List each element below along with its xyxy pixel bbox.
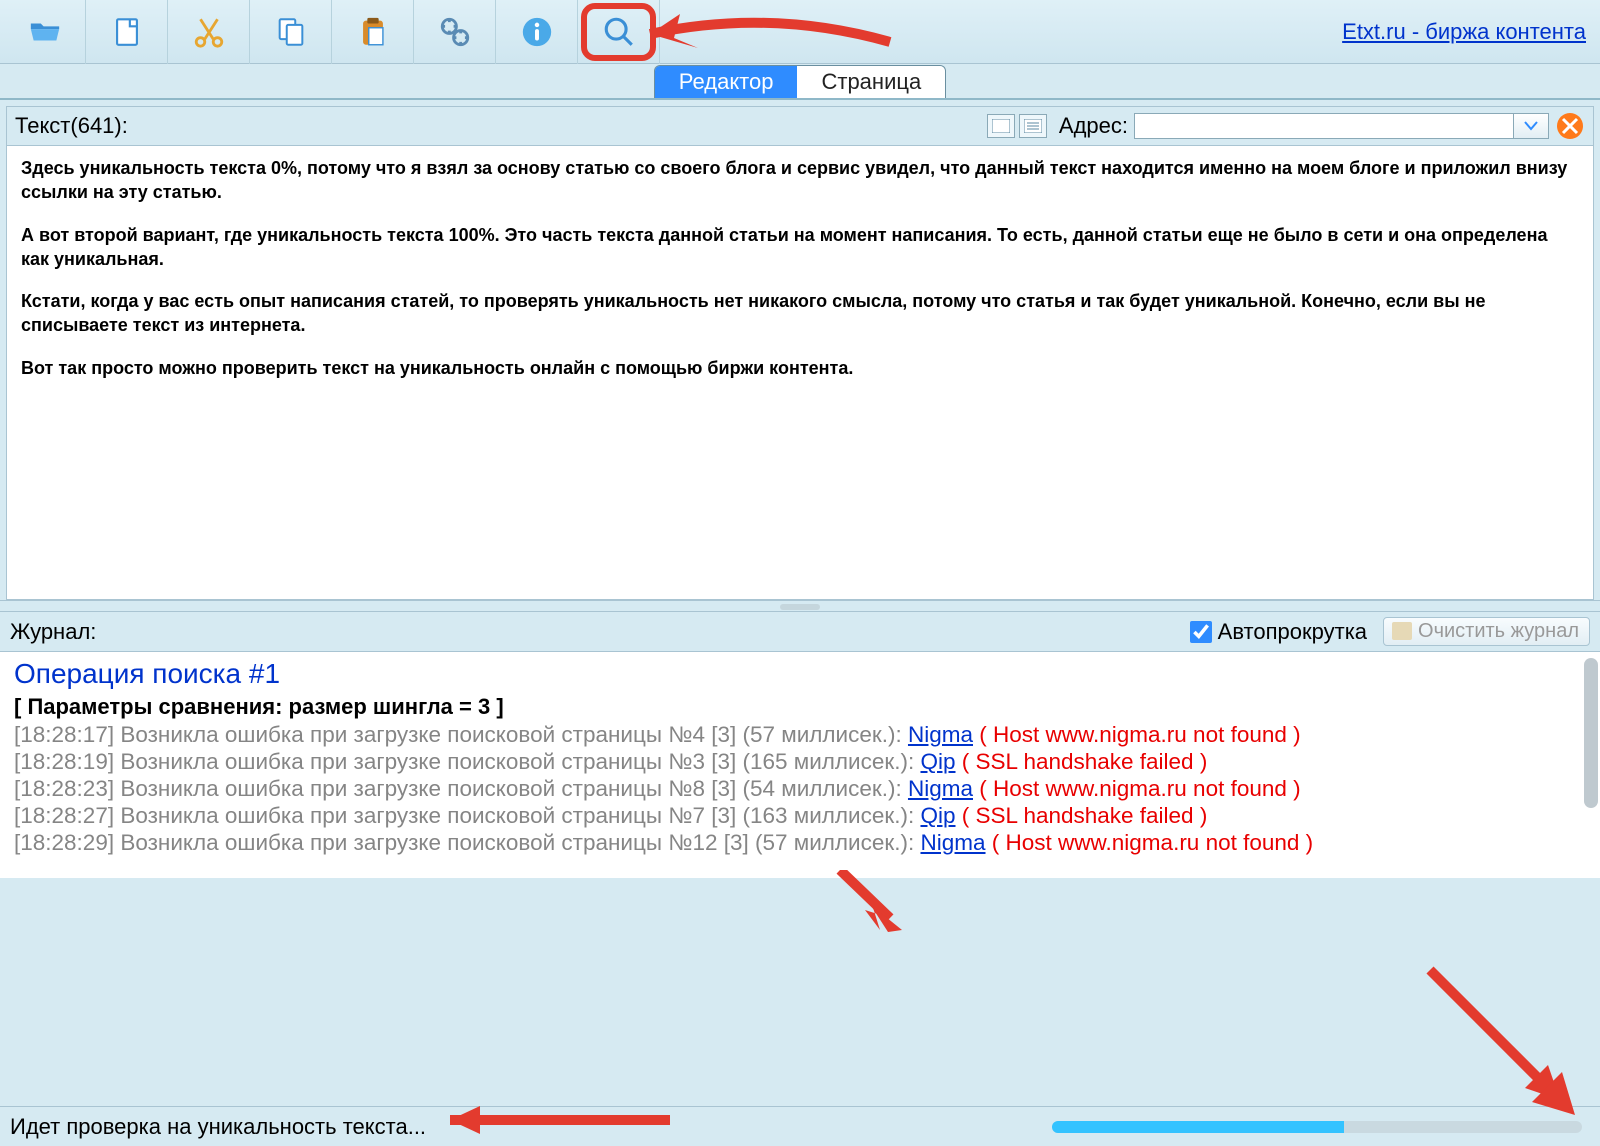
engine-link[interactable]: Nigma bbox=[908, 722, 973, 747]
view-detail-button[interactable] bbox=[1019, 114, 1047, 138]
tabs-row: Редактор Страница bbox=[0, 64, 1600, 100]
paragraph: Вот так просто можно проверить текст на … bbox=[21, 356, 1579, 380]
info-button[interactable] bbox=[496, 0, 578, 64]
paragraph: Кстати, когда у вас есть опыт написания … bbox=[21, 289, 1579, 338]
settings-button[interactable] bbox=[414, 0, 496, 64]
progress-bar bbox=[1052, 1121, 1582, 1133]
text-count-label: Текст(641): bbox=[15, 113, 128, 139]
scrollbar-thumb[interactable] bbox=[1584, 658, 1598, 808]
log-line: [18:28:23] Возникла ошибка при загрузке … bbox=[14, 776, 1586, 802]
etxt-link[interactable]: Etxt.ru - биржа контента bbox=[1342, 19, 1586, 45]
log-line: [18:28:19] Возникла ошибка при загрузке … bbox=[14, 749, 1586, 775]
highlight-annotation bbox=[581, 3, 656, 61]
cut-button[interactable] bbox=[168, 0, 250, 64]
params-line: [ Параметры сравнения: размер шингла = 3… bbox=[14, 694, 1586, 720]
paragraph: А вот второй вариант, где уникальность т… bbox=[21, 223, 1579, 272]
text-header: Текст(641): Адрес: bbox=[6, 106, 1594, 146]
operation-title: Операция поиска #1 bbox=[14, 658, 1586, 690]
tab-editor[interactable]: Редактор bbox=[655, 66, 798, 98]
new-button[interactable] bbox=[86, 0, 168, 64]
open-button[interactable] bbox=[4, 0, 86, 64]
arrow-annotation bbox=[1420, 960, 1590, 1130]
address-dropdown[interactable] bbox=[1513, 113, 1549, 139]
paragraph: Здесь уникальность текста 0%, потому что… bbox=[21, 156, 1579, 205]
paste-button[interactable] bbox=[332, 0, 414, 64]
log-line: [18:28:29] Возникла ошибка при загрузке … bbox=[14, 830, 1586, 856]
journal-header: Журнал: Автопрокрутка Очистить журнал bbox=[0, 612, 1600, 652]
journal-title: Журнал: bbox=[10, 619, 96, 645]
autoscroll-label: Автопрокрутка bbox=[1218, 619, 1367, 645]
clear-journal-button[interactable]: Очистить журнал bbox=[1383, 617, 1590, 646]
log-line: [18:28:27] Возникла ошибка при загрузке … bbox=[14, 803, 1586, 829]
stop-button[interactable] bbox=[1555, 111, 1585, 141]
search-button[interactable] bbox=[578, 0, 660, 64]
status-text: Идет проверка на уникальность текста... bbox=[10, 1114, 426, 1140]
view-simple-button[interactable] bbox=[987, 114, 1015, 138]
engine-link[interactable]: Qip bbox=[920, 749, 955, 774]
engine-link[interactable]: Qip bbox=[920, 803, 955, 828]
log-line: [18:28:17] Возникла ошибка при загрузке … bbox=[14, 722, 1586, 748]
autoscroll-checkbox[interactable] bbox=[1190, 621, 1212, 643]
splitter[interactable] bbox=[0, 600, 1600, 612]
address-input[interactable] bbox=[1134, 113, 1514, 139]
journal-body: Операция поиска #1 [ Параметры сравнения… bbox=[0, 652, 1600, 878]
main-toolbar: Etxt.ru - биржа контента bbox=[0, 0, 1600, 64]
address-label: Адрес: bbox=[1059, 113, 1128, 139]
engine-link[interactable]: Nigma bbox=[920, 830, 985, 855]
tab-page[interactable]: Страница bbox=[797, 66, 945, 98]
editor-textarea[interactable]: Здесь уникальность текста 0%, потому что… bbox=[6, 146, 1594, 600]
status-bar: Идет проверка на уникальность текста... bbox=[0, 1106, 1600, 1146]
engine-link[interactable]: Nigma bbox=[908, 776, 973, 801]
copy-button[interactable] bbox=[250, 0, 332, 64]
arrow-annotation bbox=[830, 870, 910, 940]
